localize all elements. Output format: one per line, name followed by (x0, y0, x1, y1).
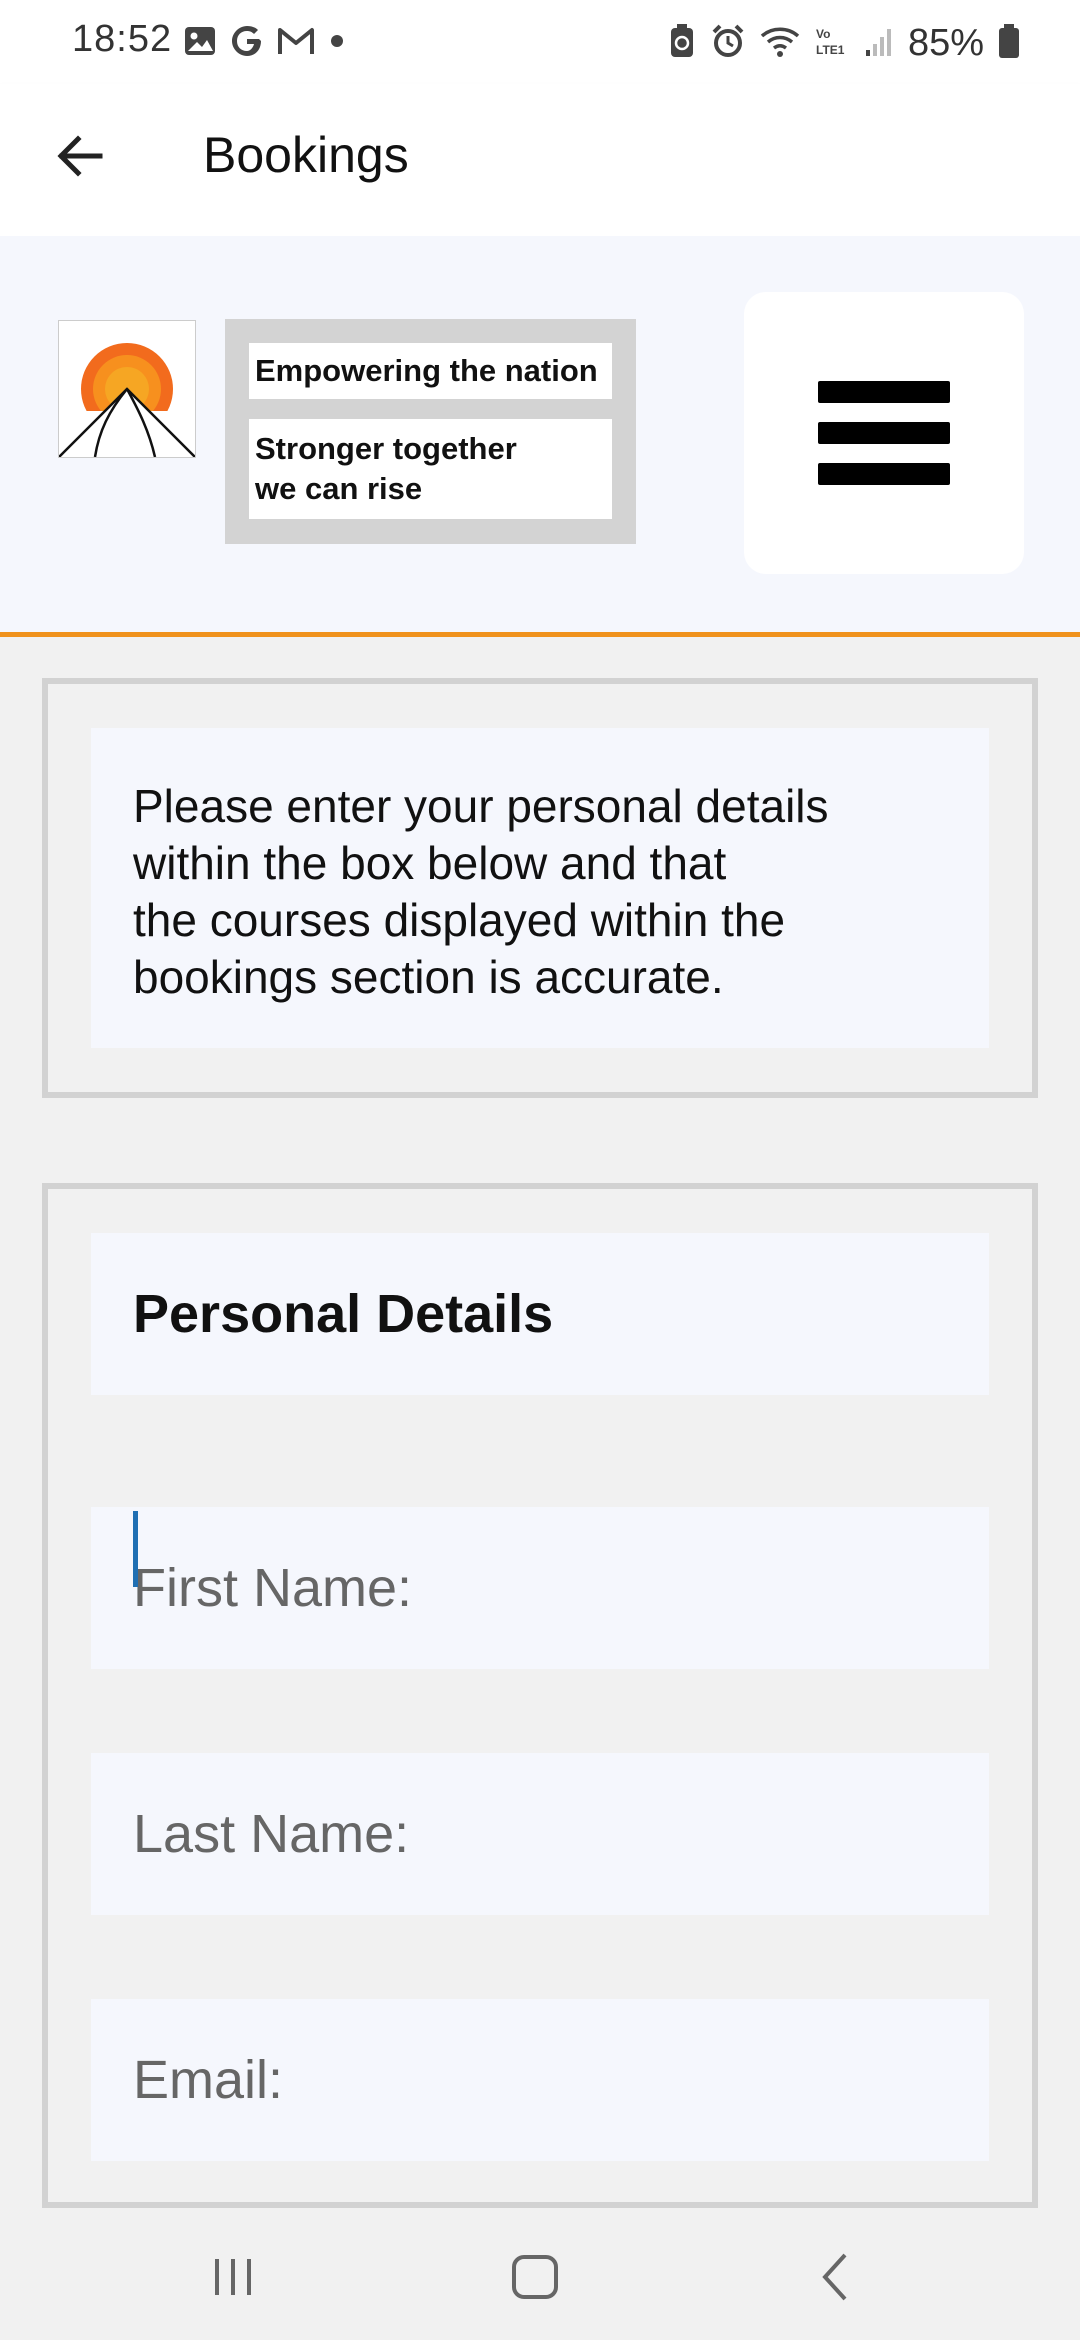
notification-icons (183, 20, 347, 66)
battery-icon (998, 23, 1020, 64)
header-banner: Empowering the nation Stronger together … (0, 236, 1080, 637)
alarm-icon (710, 23, 746, 64)
tagline-box: Empowering the nation Stronger together … (225, 319, 636, 544)
dot-icon (327, 31, 347, 56)
status-time: 18:52 (72, 18, 173, 60)
volte-icon: Vo LTE1 (814, 24, 850, 63)
sunrise-mountain-logo (58, 320, 196, 458)
recent-apps-icon (215, 2259, 251, 2295)
info-text: Please enter your personal details withi… (133, 780, 829, 1003)
arrow-left-icon (57, 135, 103, 177)
page-title: Bookings (203, 127, 409, 183)
system-icons: Vo LTE1 85% (668, 20, 1020, 66)
wifi-icon (760, 24, 800, 63)
tagline-1: Empowering the nation (249, 343, 612, 399)
gallery-icon (183, 24, 217, 63)
form-heading-box: Personal Details (91, 1233, 989, 1395)
nav-back-button[interactable] (777, 2232, 897, 2322)
app-bar: Bookings (0, 84, 1080, 236)
status-bar: 18:52 Vo LTE1 85% (0, 0, 1080, 84)
home-button[interactable] (475, 2232, 595, 2322)
battery-saver-icon (668, 23, 696, 64)
svg-text:Vo: Vo (816, 27, 830, 41)
svg-text:LTE1: LTE1 (816, 43, 845, 57)
personal-details-form: Personal Details (42, 1183, 1038, 2208)
recent-apps-button[interactable] (173, 2232, 293, 2322)
back-button[interactable] (48, 124, 112, 188)
system-nav-bar (0, 2208, 1080, 2340)
menu-button[interactable] (744, 292, 1024, 574)
form-heading: Personal Details (133, 1284, 554, 1344)
first-name-field[interactable] (91, 1507, 989, 1669)
signal-icon (864, 24, 894, 63)
gmail-icon (277, 24, 315, 63)
last-name-field[interactable] (91, 1753, 989, 1915)
email-field[interactable] (91, 1999, 989, 2161)
google-icon (229, 23, 265, 64)
tagline-2: Stronger together we can rise (249, 419, 612, 519)
info-box: Please enter your personal details withi… (91, 728, 989, 1048)
home-icon (512, 2255, 558, 2299)
battery-percent: 85% (907, 21, 984, 64)
info-panel: Please enter your personal details withi… (42, 678, 1038, 1098)
text-caret (133, 1511, 138, 1587)
back-icon (822, 2253, 847, 2301)
